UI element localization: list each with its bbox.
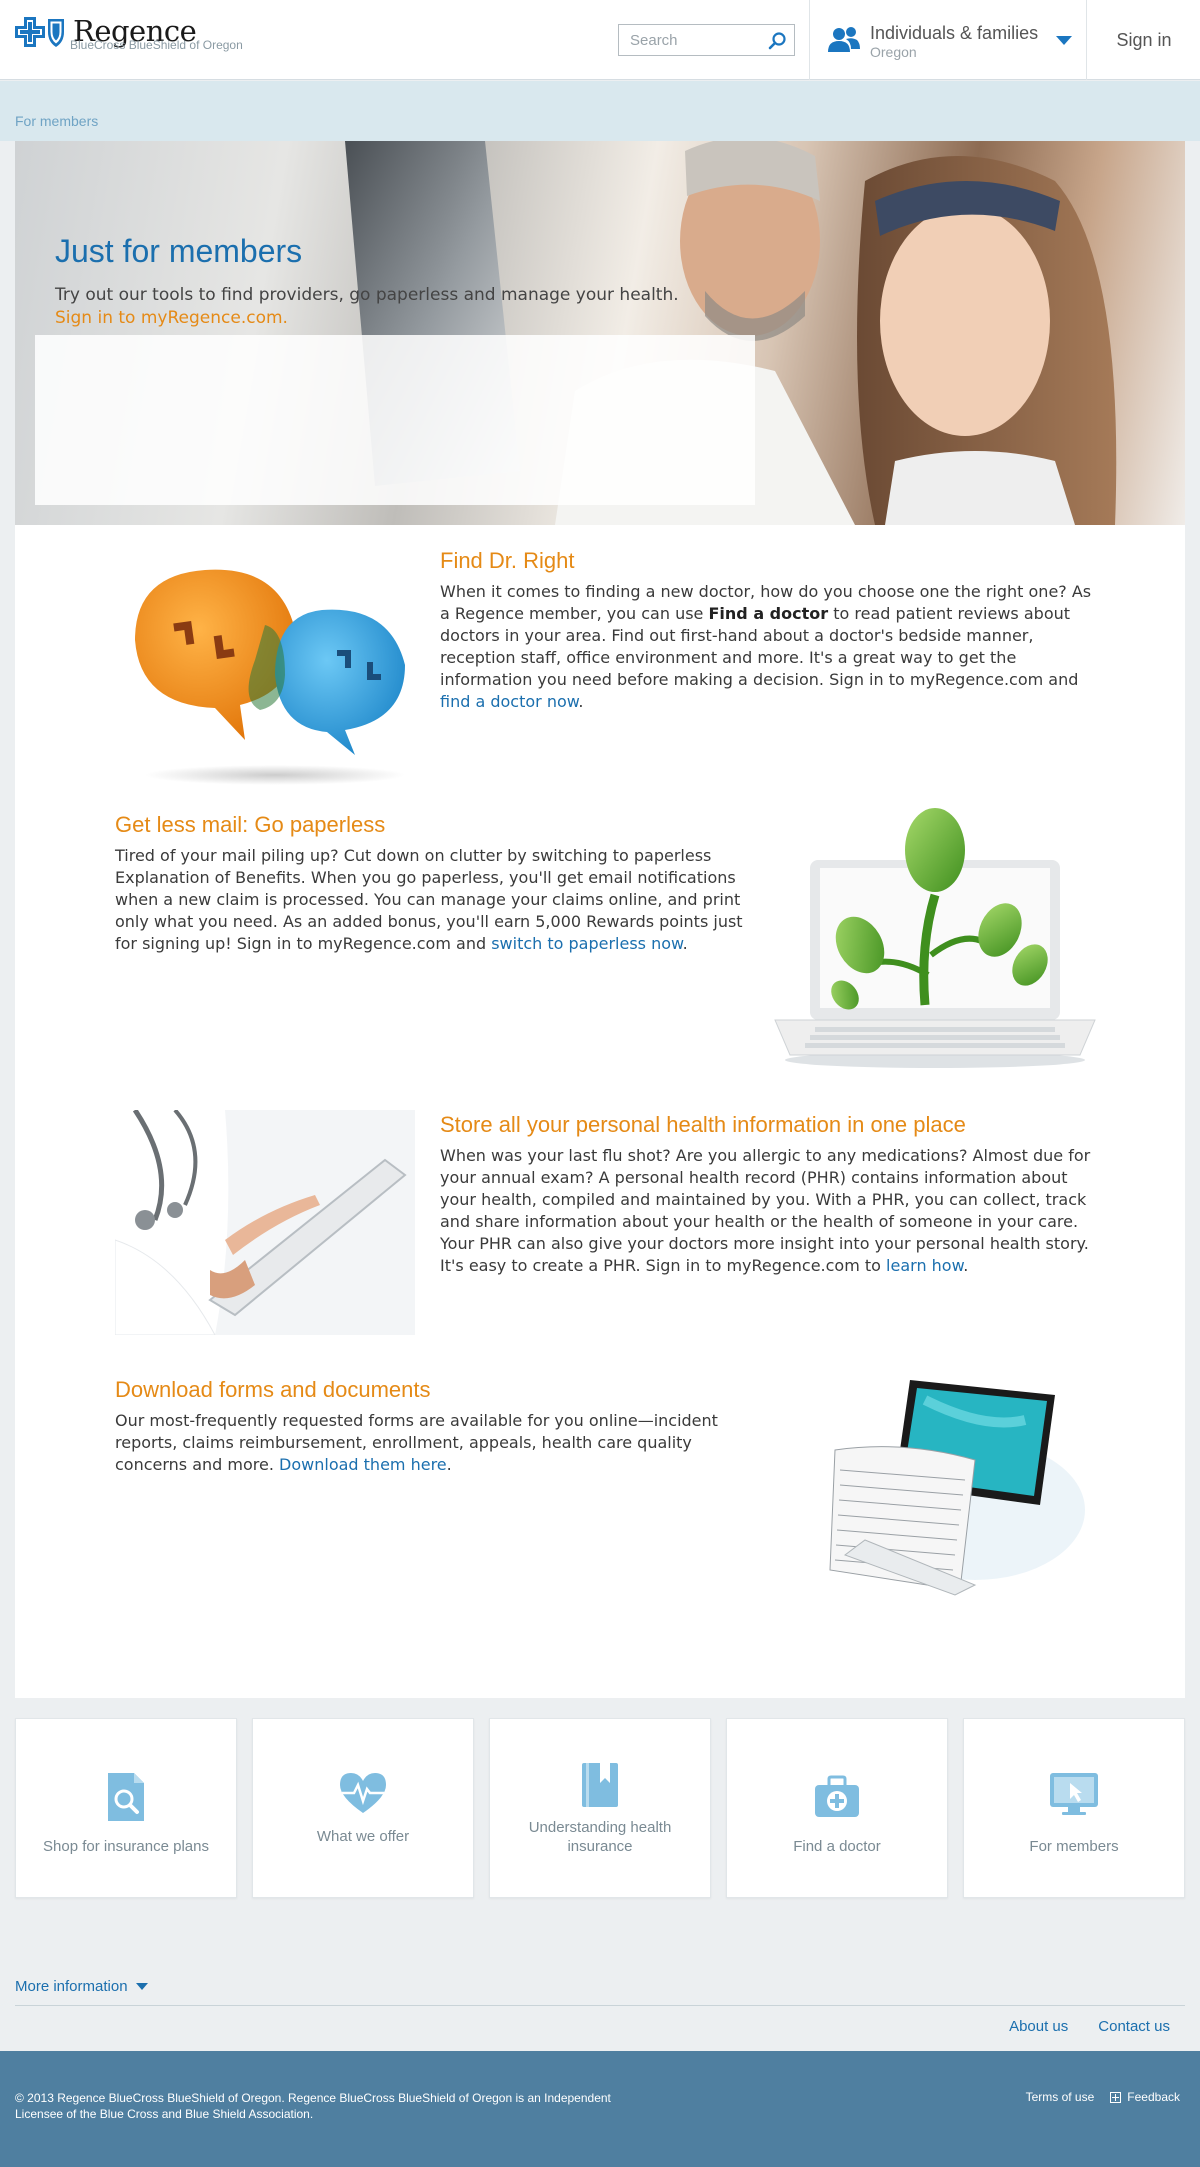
copyright-text: © 2013 Regence BlueCross BlueShield of O… xyxy=(15,2091,611,2121)
chevron-down-icon xyxy=(135,1983,148,1990)
section-title-phr: Store all your personal health informati… xyxy=(440,1112,966,1137)
sign-in-link[interactable]: Sign in xyxy=(1088,0,1200,80)
plus-box-icon xyxy=(1110,2091,1122,2103)
computer-forms-illustration xyxy=(829,1380,1085,1596)
about-us-link[interactable]: About us xyxy=(1009,2018,1068,2035)
search-input[interactable] xyxy=(619,25,759,55)
tile-label: What we offer xyxy=(316,1828,410,1845)
hero-overlay-panel xyxy=(35,335,755,505)
people-icon xyxy=(827,26,861,58)
search-icon[interactable] xyxy=(766,30,788,52)
tile-shop-insurance-plans[interactable]: Shop for insurance plans xyxy=(15,1718,237,1898)
tile-understanding-health-insurance[interactable]: Understanding health insurance xyxy=(489,1718,711,1898)
computer-cursor-icon xyxy=(1050,1773,1098,1815)
section-title-find-dr-right: Find Dr. Right xyxy=(440,548,575,573)
doctor-tablet-photo xyxy=(115,1110,415,1335)
document-search-icon xyxy=(108,1773,144,1821)
hero-banner xyxy=(15,141,1185,525)
section-title-download-forms: Download forms and documents xyxy=(115,1377,431,1402)
audience-selector[interactable]: Individuals & families Oregon xyxy=(809,0,1087,80)
chat-bubbles-illustration xyxy=(135,569,405,785)
blue-cross-shield-icon xyxy=(15,16,65,48)
section-body-go-paperless: Tired of your mail piling up? Cut down o… xyxy=(115,846,743,953)
main-content: Find Dr. Right When it comes to finding … xyxy=(15,525,1185,1698)
section-body-download-forms: Our most-frequently requested forms are … xyxy=(115,1411,718,1474)
divider xyxy=(15,2005,1185,2006)
breadcrumb[interactable]: For members xyxy=(15,113,98,129)
find-a-doctor-emphasis: Find a doctor xyxy=(708,604,829,623)
tile-find-a-doctor[interactable]: Find a doctor xyxy=(726,1718,948,1898)
audience-state: Oregon xyxy=(870,44,917,60)
section-body-find-dr-right: When it comes to finding a new doctor, h… xyxy=(440,582,1092,711)
footer-links: Terms of use Feedback xyxy=(1026,2090,1180,2104)
tile-label: For members xyxy=(1029,1838,1119,1855)
laptop-plant-illustration xyxy=(774,808,1096,1068)
find-a-doctor-now-link[interactable]: find a doctor now xyxy=(440,692,578,711)
switch-to-paperless-link[interactable]: switch to paperless now xyxy=(491,934,682,953)
tile-label: Find a doctor xyxy=(793,1838,881,1855)
more-information-toggle[interactable]: More information xyxy=(15,1978,148,1995)
book-icon xyxy=(582,1763,618,1807)
section-body-phr: When was your last flu shot? Are you all… xyxy=(440,1146,1091,1275)
feedback-link[interactable]: Feedback xyxy=(1110,2090,1180,2104)
chevron-down-icon xyxy=(1056,36,1072,45)
download-forms-link[interactable]: Download them here xyxy=(279,1455,447,1474)
more-information-label: More information xyxy=(15,1978,128,1995)
audience-title: Individuals & families xyxy=(870,23,1039,43)
contact-us-link[interactable]: Contact us xyxy=(1098,2018,1170,2035)
tile-label: Shop for insurance plans xyxy=(43,1838,209,1855)
heart-pulse-icon xyxy=(340,1773,386,1813)
hero-signin-link[interactable]: Sign in to myRegence.com. xyxy=(55,308,288,328)
tile-for-members[interactable]: For members xyxy=(963,1718,1185,1898)
tile-what-we-offer[interactable]: What we offer xyxy=(252,1718,474,1898)
hero-title: Just for members xyxy=(55,233,303,269)
medical-bag-icon xyxy=(815,1775,859,1817)
hero-text: Try out our tools to find providers, go … xyxy=(55,285,679,305)
logo-subtitle: BlueCross BlueShield of Oregon xyxy=(70,38,243,52)
tile-label: Understanding health insurance xyxy=(528,1819,672,1855)
breadcrumb-band xyxy=(0,81,1200,141)
search-box xyxy=(618,24,795,56)
utility-links: About us Contact us xyxy=(1009,2018,1170,2035)
terms-of-use-link[interactable]: Terms of use xyxy=(1026,2090,1095,2104)
section-title-go-paperless: Get less mail: Go paperless xyxy=(115,812,386,837)
site-header: Regence BlueCross BlueShield of Oregon I… xyxy=(0,0,1200,80)
learn-how-link[interactable]: learn how xyxy=(886,1256,963,1275)
